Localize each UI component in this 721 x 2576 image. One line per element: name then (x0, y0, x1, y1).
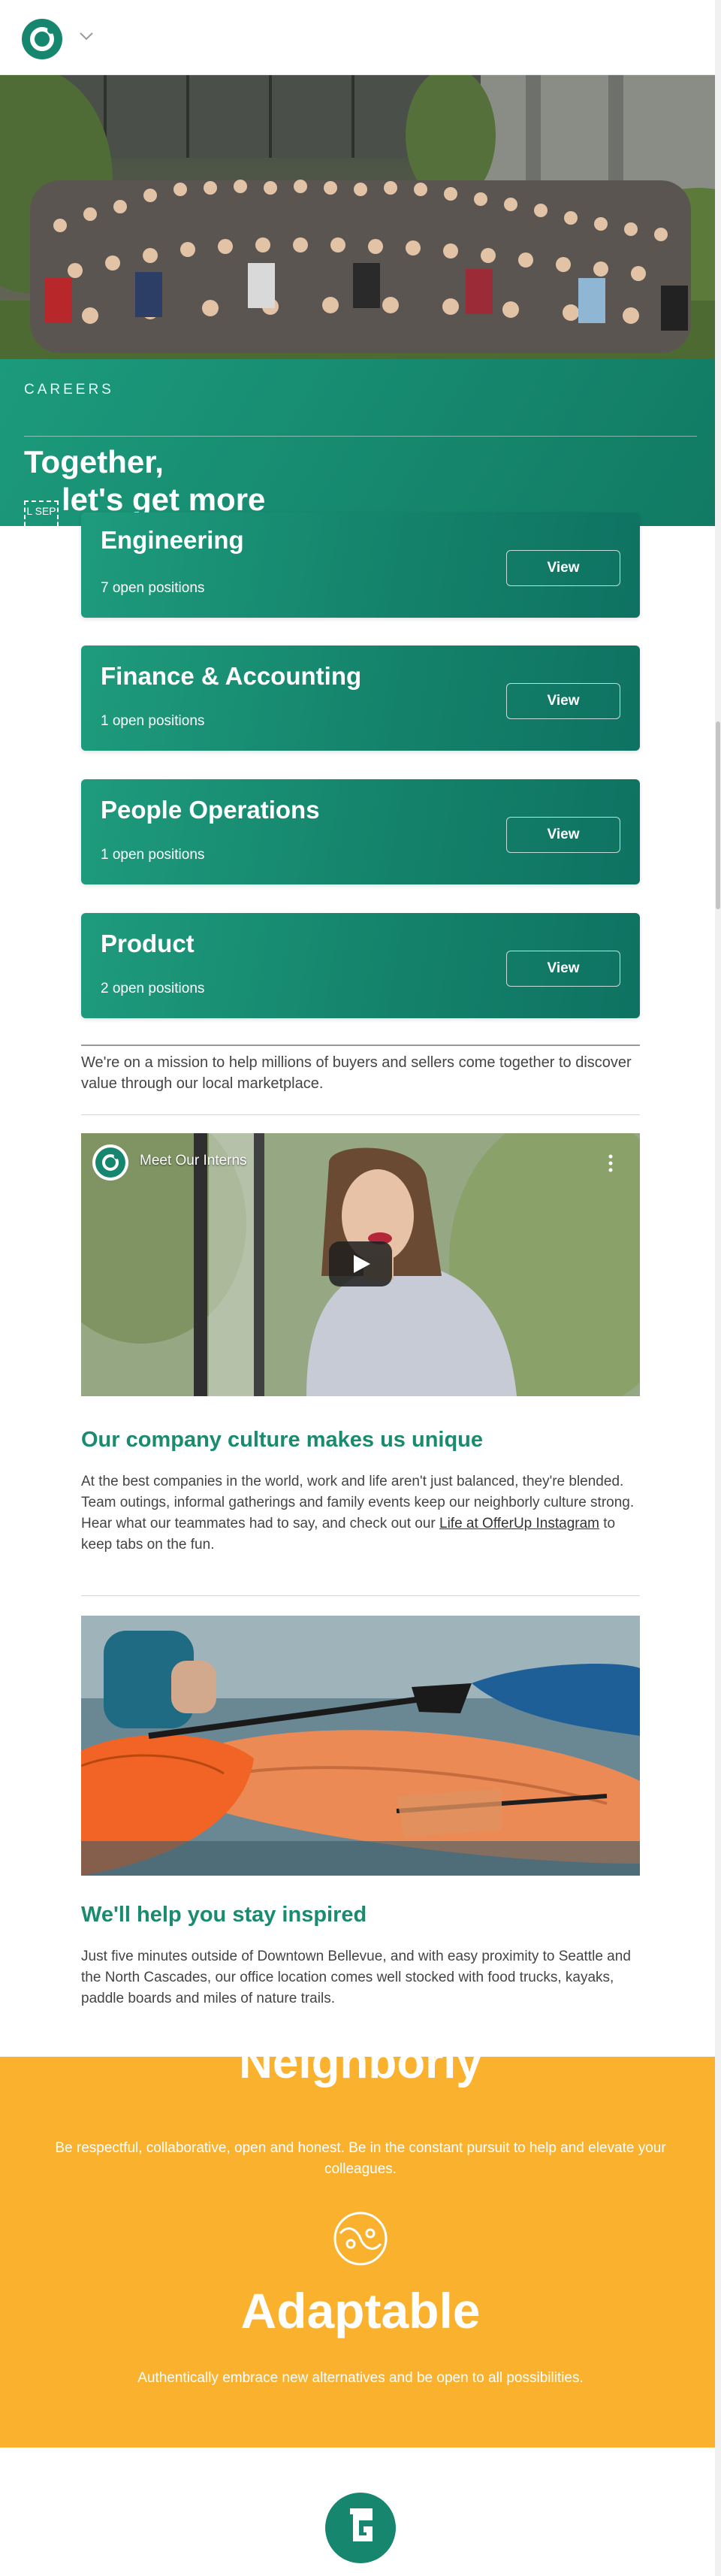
offerup-badge-icon[interactable] (324, 2492, 397, 2564)
hero-divider (24, 436, 697, 437)
job-card-engineering[interactable]: Engineering 7 open positions View (81, 512, 640, 618)
view-engineering-button[interactable]: View (506, 550, 620, 586)
view-finance-button[interactable]: View (506, 683, 620, 719)
page-scrollbar[interactable] (715, 0, 721, 2576)
play-icon[interactable] (329, 1241, 392, 1286)
values-section: Neighborly Be respectful, collaborative,… (0, 2057, 721, 2448)
job-title: Engineering (101, 526, 244, 554)
hero-title-line1: Together, (24, 444, 164, 479)
job-card-finance-accounting[interactable]: Finance & Accounting 1 open positions Vi… (81, 646, 640, 751)
job-open-positions: 1 open positions (101, 713, 205, 729)
inspired-text: Just five minutes outside of Downtown Be… (81, 1949, 631, 2006)
value-title-adaptable: Adaptable (240, 2283, 481, 2339)
job-open-positions: 1 open positions (101, 847, 205, 863)
value-title-neighborly: Neighborly (239, 2057, 482, 2088)
yin-yang-icon (333, 2212, 388, 2266)
line-separator-glyph: L SEP (24, 500, 59, 534)
intern-video-player[interactable]: Meet Our Interns (81, 1133, 640, 1396)
careers-label: CAREERS (24, 382, 114, 398)
chevron-down-icon[interactable] (78, 30, 95, 42)
culture-heading: Our company culture makes us unique (81, 1428, 484, 1452)
culture-divider (81, 1595, 640, 1596)
offerup-logo-icon[interactable] (21, 18, 63, 60)
team-group-photo (0, 75, 721, 359)
mission-statement: We're on a mission to help millions of b… (81, 1054, 632, 1092)
careers-page: CAREERS Together, L SEP let's get more En… (0, 0, 721, 2576)
mission-divider-bottom (81, 1114, 640, 1115)
inspired-heading: We'll help you stay inspired (81, 1903, 367, 1927)
job-open-positions: 2 open positions (101, 981, 205, 996)
channel-logo-icon[interactable] (92, 1144, 129, 1181)
job-title: People Operations (101, 796, 320, 824)
kayak-photo (81, 1616, 640, 1876)
job-title: Product (101, 930, 195, 957)
culture-text: At the best companies in the world, work… (81, 1471, 640, 1556)
value-desc-neighborly: Be respectful, collaborative, open and h… (55, 2140, 666, 2177)
value-desc-adaptable: Authentically embrace new alternatives a… (137, 2370, 584, 2386)
job-card-people-operations[interactable]: People Operations 1 open positions View (81, 779, 640, 884)
mission-divider-top (81, 1045, 640, 1046)
more-vertical-icon[interactable] (608, 1154, 613, 1172)
hero-title-line2: let's get more (62, 482, 266, 517)
scrollbar-thumb[interactable] (716, 721, 720, 909)
view-people-operations-button[interactable]: View (506, 817, 620, 853)
site-header (0, 0, 721, 75)
view-product-button[interactable]: View (506, 951, 620, 987)
job-card-product[interactable]: Product 2 open positions View (81, 913, 640, 1018)
instagram-link[interactable]: Life at OfferUp Instagram (439, 1516, 599, 1531)
job-title: Finance & Accounting (101, 662, 362, 690)
job-open-positions: 7 open positions (101, 580, 205, 596)
video-title[interactable]: Meet Our Interns (140, 1153, 247, 1169)
